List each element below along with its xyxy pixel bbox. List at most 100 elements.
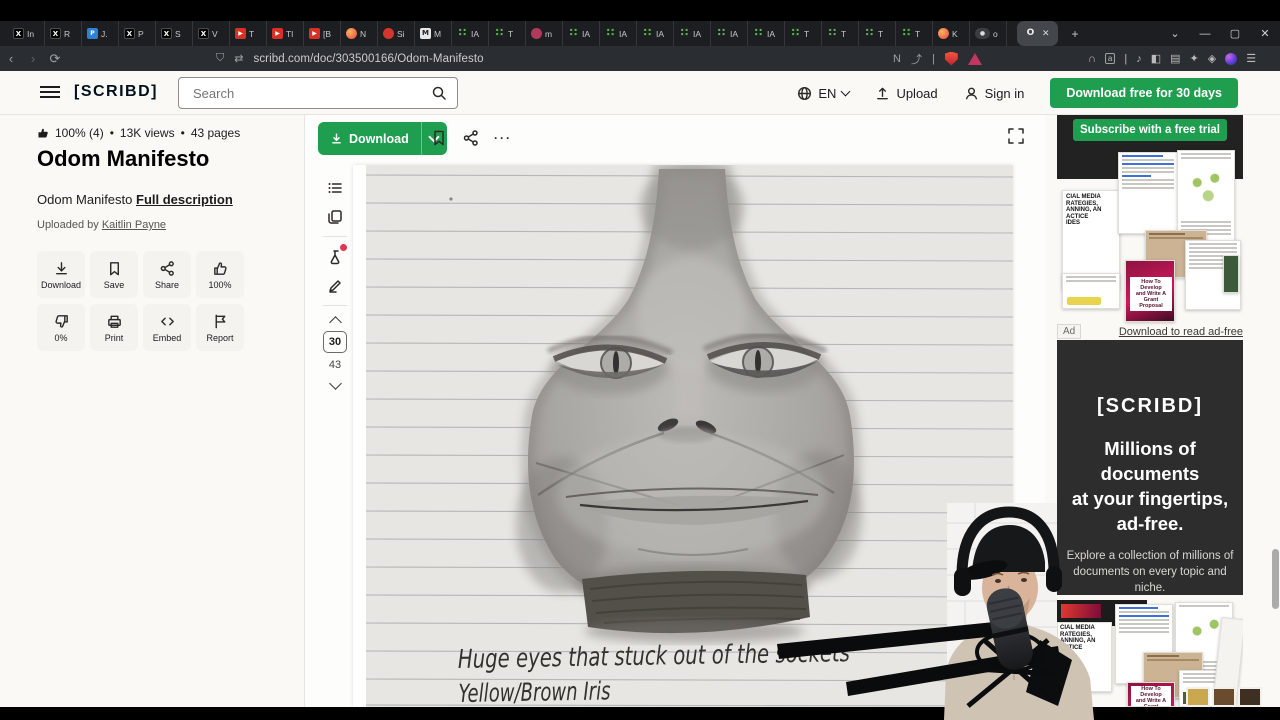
more-options-icon[interactable]: ···: [494, 131, 512, 145]
sparkle-icon[interactable]: ✦: [1190, 52, 1199, 65]
forward-button[interactable]: ›: [22, 51, 44, 66]
browser-tab[interactable]: ▶ T: [230, 21, 267, 46]
dot-separator: •: [180, 126, 185, 140]
browser-tab[interactable]: ∷ IA: [674, 21, 711, 46]
hamburger-menu-icon[interactable]: [40, 86, 60, 100]
vpn-triangle-icon[interactable]: [967, 52, 982, 65]
browser-tab[interactable]: XV: [193, 21, 230, 46]
browser-tab[interactable]: N: [341, 21, 378, 46]
no-translate-icon[interactable]: N: [893, 53, 901, 65]
chevron-down-icon: [840, 86, 851, 97]
language-selector[interactable]: EN: [797, 86, 851, 101]
active-tab[interactable]: O ✕: [1017, 21, 1058, 46]
browser-tab[interactable]: ∷ IA: [600, 21, 637, 46]
share-action[interactable]: Share: [143, 251, 191, 298]
browser-tab[interactable]: XP: [119, 21, 156, 46]
browser-tab[interactable]: ∷ T: [859, 21, 896, 46]
uploader-link[interactable]: Kaitlin Payne: [102, 219, 166, 231]
ghost-extension-icon[interactable]: ∩: [1088, 53, 1096, 65]
sidebar-toggle-icon[interactable]: ◧: [1151, 52, 1161, 65]
current-page-input[interactable]: 30: [323, 331, 347, 353]
browser-tab[interactable]: ▶ [B: [304, 21, 341, 46]
browser-tab[interactable]: ▶ Tl: [267, 21, 304, 46]
browser-tab[interactable]: Si: [378, 21, 415, 46]
adfree-link[interactable]: Download to read ad-free: [1119, 326, 1243, 338]
pm-favicon: P: [87, 28, 98, 39]
bookmark-toolbar-icon[interactable]: [430, 128, 448, 148]
music-icon[interactable]: ♪: [1136, 53, 1142, 65]
browser-tab[interactable]: ∷ T: [489, 21, 526, 46]
browser-tab[interactable]: ∷ IA: [711, 21, 748, 46]
browser-tab[interactable]: XS: [156, 21, 193, 46]
table-of-contents-icon[interactable]: [318, 173, 352, 202]
browser-tab[interactable]: ∷ T: [785, 21, 822, 46]
screen: X In X R P J. X P X S X V ▶ T ▶ Tl ▶ [B N Si M M ∷ IA ∷ Tm ∷ IA ∷ IA ∷…: [0, 0, 1280, 720]
browser-tab[interactable]: ∷ T: [822, 21, 859, 46]
browser-menu-icon[interactable]: ☰: [1246, 52, 1256, 65]
adblock-shield-icon[interactable]: [944, 51, 958, 66]
save-action[interactable]: Save: [90, 251, 138, 298]
download-free-cta[interactable]: Download free for 30 days: [1050, 78, 1238, 108]
print-action[interactable]: Print: [90, 304, 138, 351]
upvote-action[interactable]: 100%: [196, 251, 244, 298]
new-tab-button[interactable]: +: [1072, 27, 1079, 41]
next-page-chevron[interactable]: [328, 377, 342, 390]
search-box[interactable]: [178, 77, 458, 109]
pages-icon[interactable]: [318, 202, 352, 231]
report-action[interactable]: Report: [196, 304, 244, 351]
close-button[interactable]: ✕: [1250, 27, 1280, 40]
subscribe-top-button[interactable]: Subscribe with a free trial: [1073, 119, 1227, 141]
embed-action[interactable]: Embed: [143, 304, 191, 351]
address-bar[interactable]: ⛉ ⇄ scribd.com/doc/303500166/Odom-Manife…: [216, 52, 484, 65]
grid-favicon: ∷: [717, 26, 726, 39]
share-page-icon[interactable]: ⤴: [911, 51, 922, 67]
tab-label: J.: [101, 28, 108, 39]
right-rail: Subscribe with a free trial CIAL MEDIA R…: [1045, 115, 1280, 707]
pin-shield-icon[interactable]: ◈: [1208, 52, 1216, 65]
minimize-button[interactable]: —: [1190, 28, 1220, 40]
tab-label: P: [138, 28, 144, 39]
browser-tab[interactable]: ∷ IA: [748, 21, 785, 46]
url-text[interactable]: scribd.com/doc/303500166/Odom-Manifesto: [253, 53, 483, 65]
site-info-icon[interactable]: ⇄: [234, 52, 243, 65]
upload-button[interactable]: Upload: [875, 86, 938, 101]
signin-button[interactable]: Sign in: [964, 86, 1024, 101]
ad-thumb-form: [1118, 152, 1178, 234]
downvote-action[interactable]: 0%: [37, 304, 85, 351]
page-scrollbar[interactable]: [1272, 549, 1279, 609]
browser-tab[interactable]: m: [526, 21, 563, 46]
boxed-a-extension-icon[interactable]: a: [1104, 53, 1116, 64]
annotate-pencil-icon[interactable]: [318, 271, 352, 300]
download-action[interactable]: Download: [37, 251, 85, 298]
browser-tab[interactable]: ● o: [970, 21, 1007, 46]
reload-button[interactable]: ⟳: [44, 51, 66, 67]
grid-favicon: ∷: [828, 26, 837, 39]
browser-tab[interactable]: MM: [415, 21, 452, 46]
browser-tab[interactable]: P J.: [82, 21, 119, 46]
browser-tab[interactable]: ∷ IA: [637, 21, 674, 46]
fullscreen-icon[interactable]: [1007, 127, 1025, 145]
viewer-download-button[interactable]: Download: [318, 122, 447, 155]
wallet-icon[interactable]: ▤: [1170, 52, 1180, 65]
full-description-link[interactable]: Full description: [136, 192, 233, 207]
window-controls: ⌄ — ▢ ✕: [1160, 27, 1280, 41]
back-button[interactable]: ‹: [0, 51, 22, 66]
tab-overflow-button[interactable]: ⌄: [1160, 27, 1190, 40]
browser-tab[interactable]: XR: [45, 21, 82, 46]
browser-tab[interactable]: ∷ IA: [452, 21, 489, 46]
search-input[interactable]: [191, 78, 421, 108]
restore-button[interactable]: ▢: [1220, 27, 1250, 40]
scribd-logo[interactable]: [SCRIBD]: [74, 83, 158, 101]
share-toolbar-icon[interactable]: [462, 128, 480, 148]
profile-avatar[interactable]: [1225, 52, 1238, 65]
browser-tab[interactable]: ∷ IA: [563, 21, 600, 46]
browser-tab[interactable]: K: [933, 21, 970, 46]
divider: |: [931, 52, 935, 65]
browser-tab[interactable]: X In: [8, 21, 45, 46]
tab-close-icon[interactable]: ✕: [1042, 28, 1050, 39]
bookmark-icon[interactable]: ⛉: [216, 52, 224, 65]
tab-label: N: [360, 28, 367, 39]
ai-beaker-icon[interactable]: [318, 242, 352, 271]
browser-tab[interactable]: ∷ T: [896, 21, 933, 46]
previous-page-chevron[interactable]: [328, 316, 342, 329]
